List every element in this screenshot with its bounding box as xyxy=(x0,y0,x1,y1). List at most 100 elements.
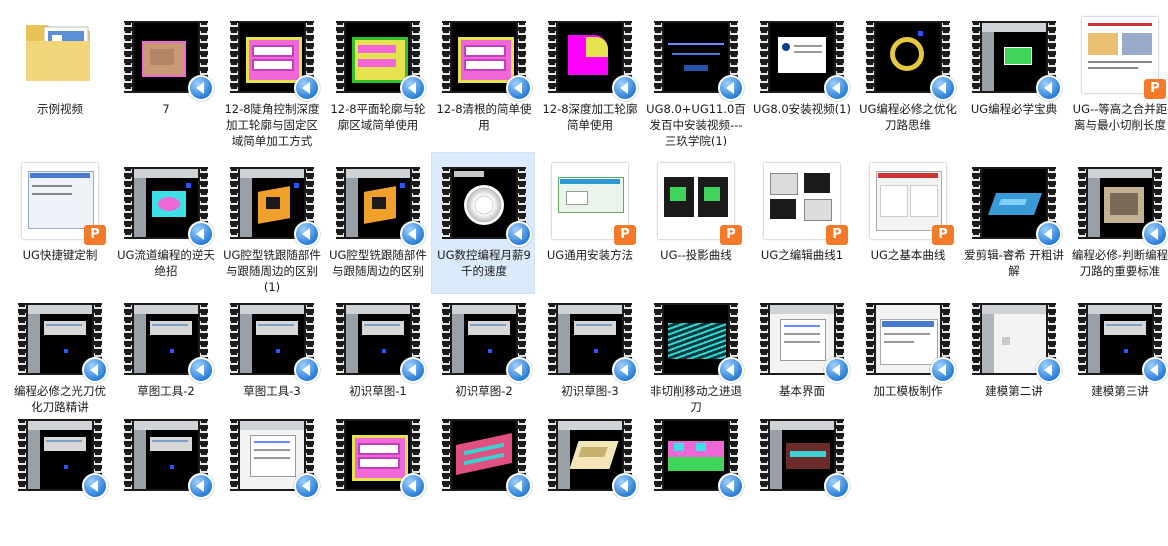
media-player-icon xyxy=(188,357,214,383)
media-player-icon xyxy=(930,357,956,383)
video-frame xyxy=(240,421,304,489)
file-thumbnail xyxy=(972,159,1062,247)
file-thumbnail xyxy=(336,13,426,101)
media-player-icon xyxy=(506,357,532,383)
video-file-item[interactable] xyxy=(537,404,641,546)
file-name-label: UG快捷键定制 xyxy=(22,248,98,262)
video-file-item[interactable]: 12-8平面轮廓与轮廓区域简单使用 xyxy=(325,6,429,148)
video-file-item[interactable]: 7 xyxy=(113,6,217,148)
media-player-icon xyxy=(294,357,320,383)
video-file-item[interactable]: UG编程必修之优化刀路思维 xyxy=(855,6,959,148)
video-file-item[interactable] xyxy=(7,404,111,546)
video-frame xyxy=(452,169,516,237)
media-player-icon xyxy=(612,473,638,499)
media-player-icon xyxy=(188,473,214,499)
media-player-icon xyxy=(506,473,532,499)
file-thumbnail xyxy=(548,295,638,383)
media-player-icon xyxy=(718,357,744,383)
video-file-item[interactable]: 12-8清根的简单使用 xyxy=(431,6,535,148)
media-player-icon xyxy=(824,75,850,101)
video-file-item[interactable] xyxy=(431,404,535,546)
file-thumbnail xyxy=(442,159,532,247)
video-frame xyxy=(240,23,304,91)
video-frame xyxy=(982,169,1046,237)
document-file-item[interactable]: P UG--投影曲线 xyxy=(643,152,747,294)
video-file-item[interactable] xyxy=(325,404,429,546)
video-frame xyxy=(134,169,198,237)
file-thumbnail xyxy=(760,13,850,101)
document-file-item[interactable]: P UG--等高之合并距离与最小切削长度 xyxy=(1067,6,1168,148)
file-thumbnail xyxy=(1078,159,1168,247)
file-thumbnail xyxy=(230,411,320,499)
video-frame xyxy=(982,23,1046,91)
video-file-item[interactable]: UG腔型铣跟随部件与跟随周边的区别 xyxy=(325,152,429,294)
media-player-icon xyxy=(1142,221,1168,247)
media-player-icon xyxy=(294,473,320,499)
file-grid: 示例视频 7 12-8陡角控制深度加工轮廓与固定区域简单加工方式 12-8平面轮廓与轮… xyxy=(0,0,1168,512)
file-thumbnail xyxy=(654,411,744,499)
file-thumbnail xyxy=(230,159,320,247)
folder-item[interactable]: 示例视频 xyxy=(7,6,111,148)
video-frame xyxy=(770,23,834,91)
video-file-item[interactable]: 建模第三讲 xyxy=(1067,288,1168,430)
media-player-icon xyxy=(188,221,214,247)
video-file-item[interactable] xyxy=(219,404,323,546)
video-file-item[interactable]: UG编程必学宝典 xyxy=(961,6,1065,148)
document-file-item[interactable]: P UG通用安装方法 xyxy=(537,152,641,294)
video-frame xyxy=(876,23,940,91)
document-file-item[interactable]: P UG之基本曲线 xyxy=(855,152,959,294)
file-thumbnail xyxy=(336,411,426,499)
video-frame xyxy=(346,23,410,91)
folder-icon xyxy=(26,25,90,81)
file-thumbnail xyxy=(548,411,638,499)
file-thumbnail xyxy=(548,13,638,101)
media-player-icon xyxy=(612,75,638,101)
video-frame xyxy=(28,421,92,489)
video-frame xyxy=(452,23,516,91)
video-file-item[interactable]: 12-8深度加工轮廓简单使用 xyxy=(537,6,641,148)
document-file-item[interactable]: P UG快捷键定制 xyxy=(7,152,111,294)
video-file-item[interactable]: 建模第二讲 xyxy=(961,288,1065,430)
file-name-label: UG编程必学宝典 xyxy=(970,102,1058,116)
media-player-icon xyxy=(824,357,850,383)
video-file-item[interactable] xyxy=(749,404,853,546)
video-file-item[interactable]: 爱剪辑-睿希 开粗讲解 xyxy=(961,152,1065,294)
media-player-icon xyxy=(506,221,532,247)
video-file-item[interactable] xyxy=(113,404,217,546)
media-player-icon xyxy=(718,473,744,499)
media-player-icon xyxy=(400,221,426,247)
file-thumbnail xyxy=(18,411,108,499)
video-file-item[interactable]: UG8.0+UG11.0百发百中安装视频---三玖学院(1) xyxy=(643,6,747,148)
file-thumbnail xyxy=(760,411,850,499)
media-player-icon xyxy=(824,473,850,499)
video-file-item[interactable]: 加工模板制作 xyxy=(855,288,959,430)
video-frame xyxy=(346,421,410,489)
video-frame xyxy=(134,305,198,373)
document-file-item[interactable]: P UG之编辑曲线1 xyxy=(749,152,853,294)
file-thumbnail xyxy=(18,13,102,97)
video-file-item[interactable]: UG8.0安装视频(1) xyxy=(749,6,853,148)
media-player-icon xyxy=(1036,357,1062,383)
file-thumbnail xyxy=(1078,295,1168,383)
file-thumbnail xyxy=(442,13,532,101)
file-name-label: UG数控编程月薪9千的速度 xyxy=(437,248,531,278)
media-player-icon xyxy=(1036,75,1062,101)
video-file-item[interactable]: 12-8陡角控制深度加工轮廓与固定区域简单加工方式 xyxy=(219,6,323,148)
video-frame xyxy=(558,23,622,91)
media-player-icon xyxy=(1036,221,1062,247)
media-player-icon xyxy=(294,75,320,101)
video-file-item[interactable]: UG腔型铣跟随部件与跟随周边的区别 (1) xyxy=(219,152,323,294)
presentation-icon: P xyxy=(720,225,742,245)
video-frame xyxy=(876,305,940,373)
video-frame xyxy=(664,23,728,91)
file-name-label: 建模第三讲 xyxy=(1091,384,1149,398)
presentation-icon: P xyxy=(84,225,106,245)
video-file-item[interactable]: UG数控编程月薪9千的速度 xyxy=(431,152,535,294)
video-file-item[interactable]: UG流道编程的逆天绝招 xyxy=(113,152,217,294)
video-file-item[interactable]: 编程必修-判断编程刀路的重要标准 xyxy=(1067,152,1168,294)
file-thumbnail xyxy=(336,159,426,247)
video-file-item[interactable] xyxy=(643,404,747,546)
media-player-icon xyxy=(188,75,214,101)
file-thumbnail xyxy=(442,295,532,383)
media-player-icon xyxy=(930,75,956,101)
